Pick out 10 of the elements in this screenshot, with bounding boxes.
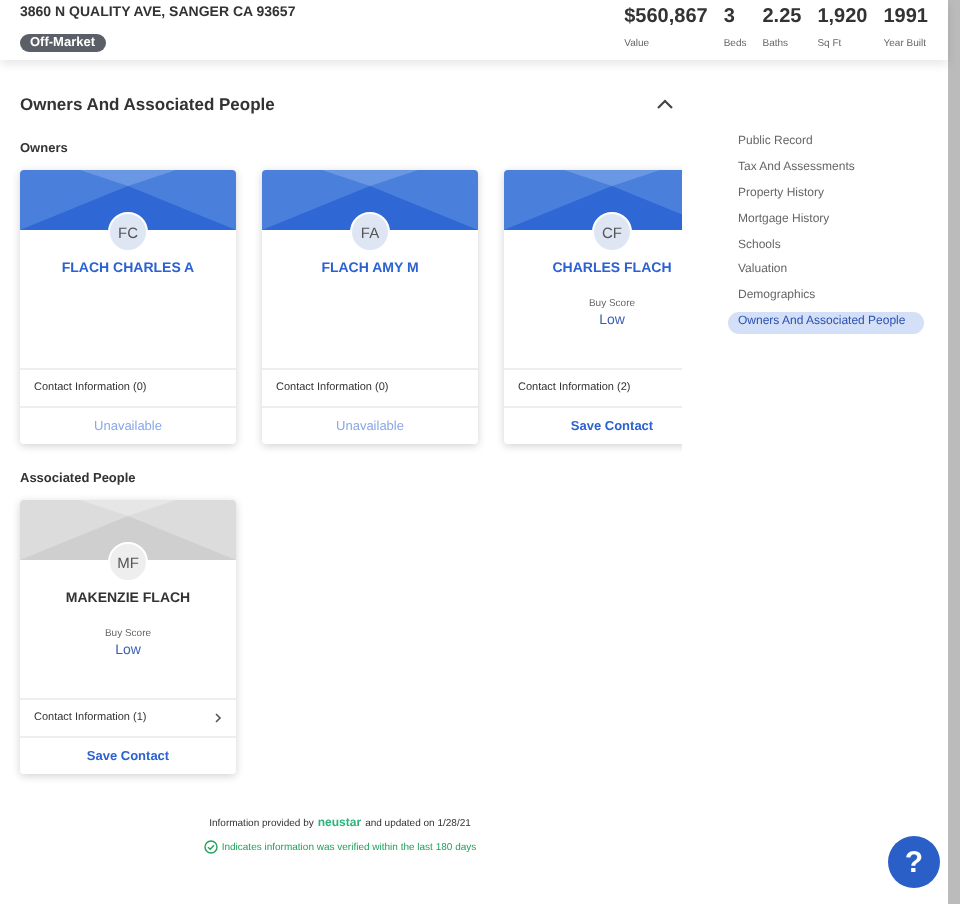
stat-value: 3 [723, 6, 737, 28]
stat-value: $560,867 [624, 6, 708, 28]
stat-value: 2.25 [762, 6, 802, 28]
stat-value: 1991 [883, 6, 928, 28]
section-title: Owners And Associated People [20, 94, 275, 114]
chevron-right-icon[interactable] [214, 712, 222, 724]
check-circle-icon [203, 840, 218, 854]
chevron-up-icon[interactable] [656, 98, 674, 110]
stat-value: 1,920 [817, 6, 868, 28]
help-button[interactable]: ? [888, 836, 940, 888]
